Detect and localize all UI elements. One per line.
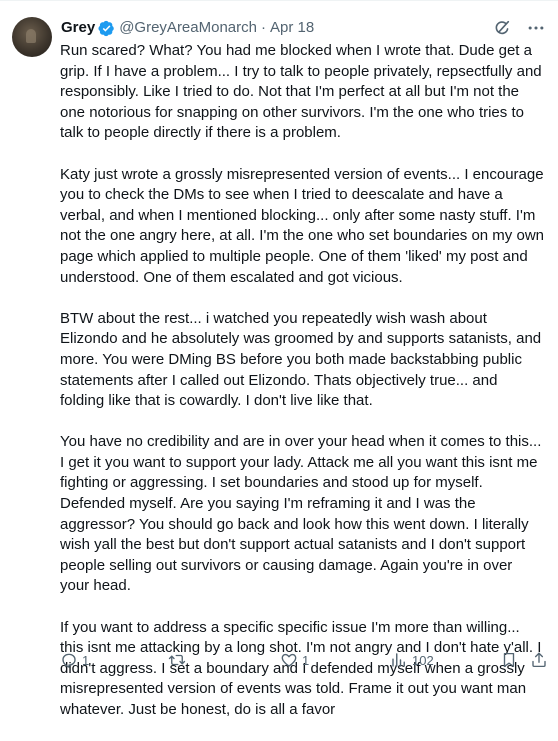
- share-icon: [532, 652, 546, 668]
- tweet[interactable]: Grey @GreyAreaMonarch · Apr 18 Run scare…: [0, 0, 558, 718]
- views-count: 102: [412, 652, 434, 668]
- verified-badge-icon[interactable]: [98, 20, 115, 37]
- more-icon[interactable]: [526, 18, 546, 38]
- like-count: 1: [302, 652, 310, 668]
- divider: [0, 0, 558, 1]
- tweet-paragraph: BTW about the rest... i watched you repe…: [60, 309, 546, 410]
- author-handle[interactable]: @GreyAreaMonarch: [119, 18, 257, 38]
- grok-icon[interactable]: [492, 18, 512, 38]
- reply-count: 1: [82, 652, 90, 668]
- views-button[interactable]: 102: [390, 650, 434, 670]
- tweet-text: Run scared? What? You had me blocked whe…: [60, 41, 545, 741]
- retweet-icon: [168, 654, 186, 666]
- author-name[interactable]: Grey: [61, 18, 95, 38]
- views-icon: [392, 653, 405, 667]
- retweet-button[interactable]: [168, 650, 190, 670]
- separator-dot: ·: [260, 19, 266, 36]
- share-button[interactable]: [530, 650, 548, 670]
- avatar[interactable]: [12, 17, 52, 57]
- tweet-date[interactable]: Apr 18: [270, 18, 314, 38]
- bookmark-icon: [503, 652, 515, 668]
- like-button[interactable]: 1: [280, 650, 309, 670]
- bookmark-button[interactable]: [500, 650, 518, 670]
- reply-button[interactable]: 1: [60, 650, 89, 670]
- tweet-paragraph: Katy just wrote a grossly misrepresented…: [60, 165, 549, 286]
- action-bar: 1 1 102: [60, 650, 550, 670]
- tweet-paragraph: Run scared? What? You had me blocked whe…: [60, 42, 546, 142]
- like-icon: [281, 653, 297, 667]
- tweet-header: Grey @GreyAreaMonarch · Apr 18: [61, 17, 546, 39]
- tweet-paragraph: You have no credibility and are in over …: [60, 433, 546, 595]
- reply-icon: [62, 653, 76, 668]
